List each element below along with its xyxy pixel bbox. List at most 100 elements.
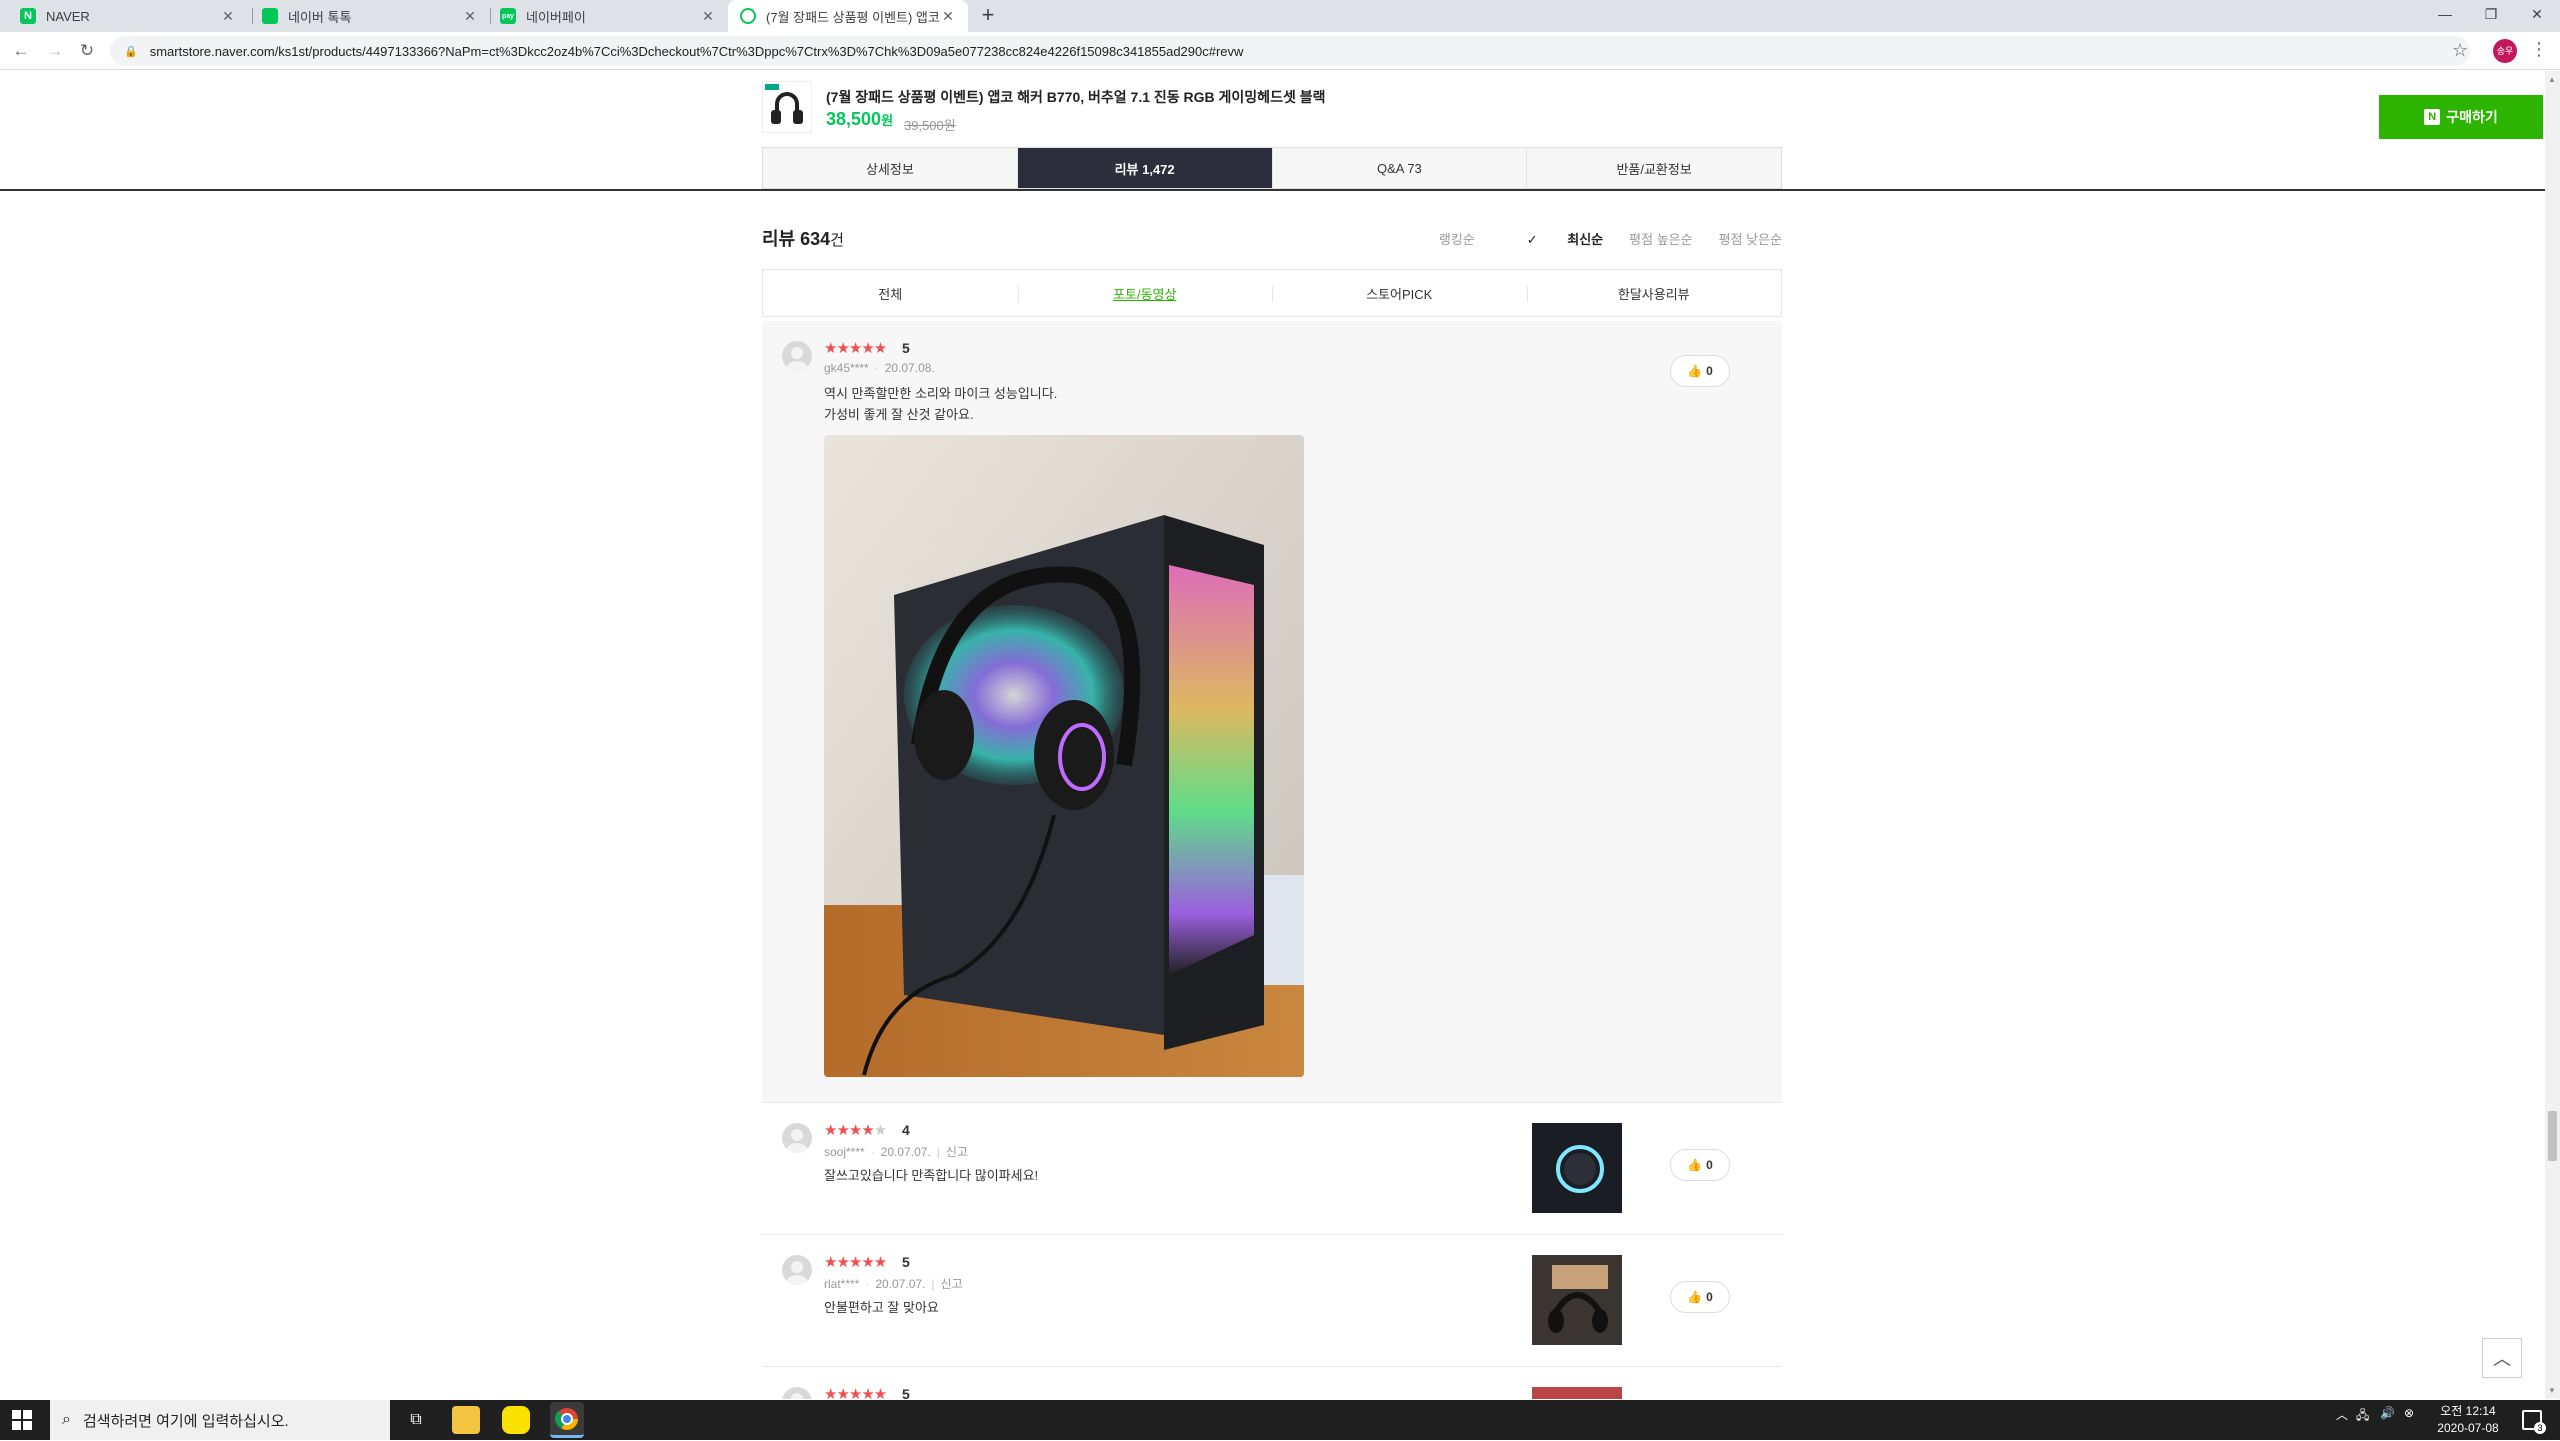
sort-options: 랭킹순 ✓ 최신순 평점 높은순 평점 낮은순 [1413,229,1782,248]
lock-icon: 🔒 [124,45,138,58]
network-icon[interactable]: 🖧 [2356,1406,2369,1427]
taskbar-search-box[interactable]: ⌕ 검색하려면 여기에 입력하십시오. [50,1400,390,1440]
tab-return-exchange[interactable]: 반품/교환정보 [1527,148,1781,188]
close-tab-icon[interactable]: ✕ [220,8,236,25]
product-thumbnail[interactable] [762,81,812,133]
like-button[interactable]: 👍 0 [1670,355,1730,387]
report-link[interactable]: 신고 [946,1145,968,1159]
review-date: 20.07.08. [884,361,935,375]
rating-stars: ★★★★★ [824,1122,887,1139]
user-avatar [782,1123,812,1153]
rating-score: 5 [902,1254,910,1270]
tray-overflow-icon[interactable]: ︿ [2336,1406,2348,1423]
report-link[interactable]: 신고 [941,1277,963,1291]
notification-icon[interactable]: 3 [2522,1410,2546,1434]
page-scrollbar[interactable]: ▲ ▼ [2545,71,2560,1399]
review-meta: rlat**** · 20.07.07. | 신고 [824,1277,963,1291]
back-arrow-icon[interactable]: ← [8,38,34,64]
browser-tab-talktalk[interactable]: 네이버 톡톡 ✕ [250,0,490,32]
filter-photo-video[interactable]: 포토/동영상 [1017,270,1273,316]
new-tab-icon[interactable]: + [976,4,1000,28]
taskbar-clock[interactable]: 오전 12:14 2020-07-08 [2428,1403,2508,1437]
browser-tab-naver[interactable]: N NAVER ✕ [8,0,248,32]
tab-detail-info[interactable]: 상세정보 [763,148,1018,188]
review-photo[interactable] [824,435,1304,1077]
like-button[interactable]: 👍 0 [1670,1281,1730,1313]
smartstore-favicon-icon [740,8,756,24]
address-bar[interactable]: 🔒 smartstore.naver.com/ks1st/products/44… [110,36,2470,66]
scroll-to-top-button[interactable]: ︿ [2482,1338,2522,1378]
minimize-icon[interactable]: — [2422,0,2468,30]
url-text: smartstore.naver.com/ks1st/products/4497… [149,43,1244,59]
close-tab-icon[interactable]: ✕ [462,8,478,25]
product-nav-tabs: 상세정보 리뷰 1,472 Q&A 73 반품/교환정보 [762,147,1782,189]
review-header: 리뷰 634건 랭킹순 ✓ 최신순 평점 높은순 평점 낮은순 [762,225,1782,255]
windows-start-icon[interactable] [12,1410,32,1430]
windows-taskbar: ⌕ 검색하려면 여기에 입력하십시오. ⧉ ︿ 🖧 🔊 ⊗ 오전 12:14 2… [0,1400,2560,1440]
task-view-icon[interactable]: ⧉ [402,1406,430,1434]
clock-time: 오전 12:14 [2440,1404,2496,1418]
filter-month-use[interactable]: 한달사용리뷰 [1526,270,1782,316]
tab-qna[interactable]: Q&A 73 [1273,148,1528,188]
clock-date: 2020-07-08 [2437,1421,2499,1435]
like-button[interactable]: 👍 0 [1670,1149,1730,1181]
bookmark-star-icon[interactable]: ☆ [2452,40,2468,61]
review-item: ★★★★★ 5 [762,1367,1782,1399]
tab-reviews[interactable]: 리뷰 1,472 [1017,148,1273,188]
review-item: ★★★★★ 5 rlat**** · 20.07.07. | 신고 안불편하고 잘 맞아… [762,1235,1782,1367]
file-explorer-icon[interactable] [452,1406,480,1434]
sort-rating-high[interactable]: 평점 높은순 [1629,229,1692,248]
rating-score: 5 [902,1386,910,1399]
review-photo-thumbnail[interactable] [1532,1255,1622,1345]
browser-tab-naverpay[interactable]: pay 네이버페이 ✕ [488,0,728,32]
review-text: 역시 만족할만한 소리와 마이크 성능입니다. 가성비 좋게 잘 산것 같아요. [824,386,1058,422]
thumbs-up-icon: 👍 [1687,364,1703,378]
menu-kebab-icon[interactable]: ⋮ [2530,39,2548,60]
rating-stars: ★★★★★ [824,1386,887,1399]
review-user: rlat**** [824,1277,860,1291]
chrome-taskbar-button[interactable] [550,1402,584,1438]
thumbs-up-icon: 👍 [1687,1290,1703,1304]
filter-all[interactable]: 전체 [763,270,1018,316]
ime-icon[interactable]: ⊗ [2404,1406,2414,1420]
review-filter-bar: 전체 포토/동영상 스토어PICK 한달사용리뷰 [762,269,1782,317]
scrollbar-thumb[interactable] [2548,1111,2557,1161]
review-item: ★★★★★ 5 gk45**** · 20.07.08. 역시 만족할만한 소리와 … [762,321,1782,1103]
close-tab-icon[interactable]: ✕ [940,8,956,25]
browser-tab-smartstore[interactable]: (7월 장패드 상품평 이벤트) 앱코 ✕ [728,0,968,32]
tab-title: 네이버 톡톡 [288,9,352,25]
forward-arrow-icon[interactable]: → [42,38,68,64]
close-tab-icon[interactable]: ✕ [700,8,716,25]
profile-avatar[interactable]: 송우 [2493,39,2517,63]
restore-icon[interactable]: ❐ [2468,0,2514,30]
page-viewport: (7월 장패드 상품평 이벤트) 앱코 해커 B770, 버추얼 7.1 진동 … [0,71,2545,1399]
kakaotalk-icon[interactable] [502,1406,530,1434]
rating-stars: ★★★★★ [824,340,887,357]
review-meta: sooj**** · 20.07.07. | 신고 [824,1145,968,1159]
sort-latest[interactable]: ✓ 최신순 [1501,229,1603,248]
product-price: 38,500원 [826,109,894,129]
checkmark-icon: ✓ [1526,232,1542,247]
buy-button[interactable]: N 구매하기 [2379,95,2543,139]
review-photo-thumbnail[interactable] [1532,1387,1622,1399]
filter-store-pick[interactable]: 스토어PICK [1272,270,1527,316]
sort-rating-low[interactable]: 평점 낮은순 [1719,229,1782,248]
sort-ranking[interactable]: 랭킹순 [1439,229,1475,248]
product-title: (7월 장패드 상품평 이벤트) 앱코 해커 B770, 버추얼 7.1 진동 … [826,89,1326,105]
review-item: ★★★★★ 4 sooj**** · 20.07.07. | 신고 잘쓰고있습니다 만족… [762,1103,1782,1235]
close-window-icon[interactable]: ✕ [2514,0,2560,30]
tab-title: 네이버페이 [526,9,586,25]
nav-divider [0,189,2545,191]
talktalk-favicon-icon [262,8,278,24]
review-user: gk45**** [824,361,869,375]
search-icon: ⌕ [62,1411,71,1428]
volume-icon[interactable]: 🔊 [2380,1406,2395,1420]
scroll-down-icon[interactable]: ▼ [2548,1386,2556,1395]
user-avatar [782,1387,812,1399]
review-date: 20.07.07. [875,1277,926,1291]
naverpay-favicon-icon: pay [500,8,516,24]
reload-icon[interactable]: ↻ [74,38,100,64]
search-placeholder: 검색하려면 여기에 입력하십시오. [82,1412,289,1430]
scroll-up-icon[interactable]: ▲ [2548,75,2556,84]
review-photo-thumbnail[interactable] [1532,1123,1622,1213]
